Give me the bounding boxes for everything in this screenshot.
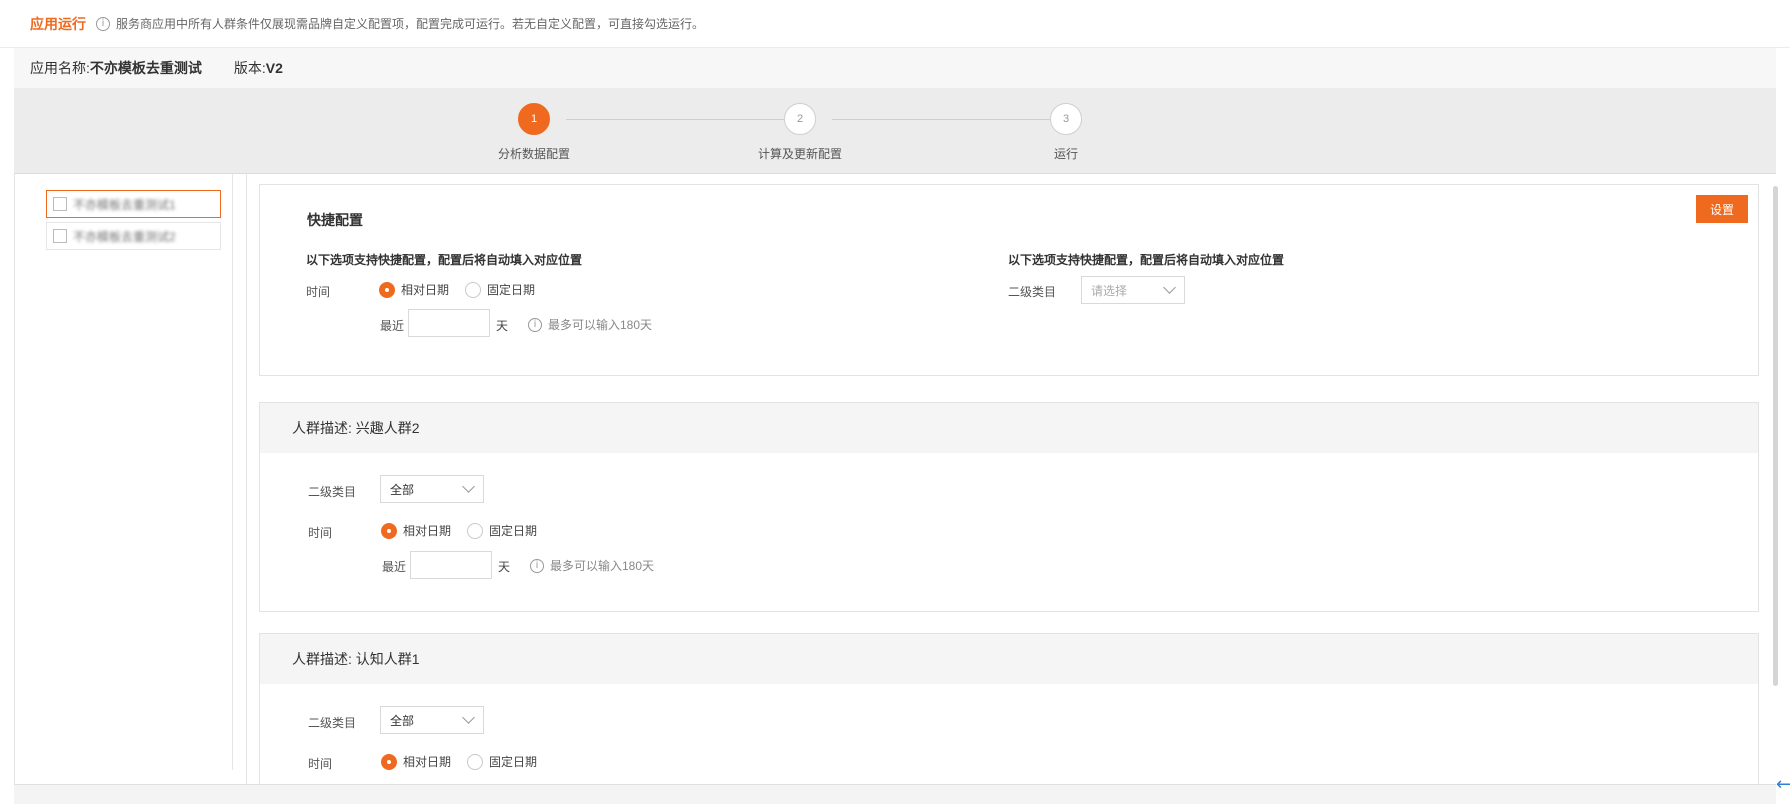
recent-label: 最近 [380,319,405,333]
checkbox[interactable] [53,197,67,211]
radio-relative-label: 相对日期 [401,283,450,297]
checkbox[interactable] [53,229,67,243]
quick-subtitle-right: 以下选项支持快捷配置，配置后将自动填入对应位置 [1008,253,1285,267]
crowd-sidebar: 不亦模板去重测试1 不亦模板去重测试2 [40,174,233,770]
sidebar-item-label: 不亦模板去重测试1 [73,197,176,212]
step-2-circle: 2 [784,103,816,135]
category-label: 二级类目 [308,716,357,730]
step-3-circle: 3 [1050,103,1082,135]
radio-fixed-label: 固定日期 [489,524,538,538]
page-title: 应用运行 [30,15,86,32]
step-3-label: 运行 [1053,147,1079,161]
days-input[interactable] [408,309,490,337]
scrollbar[interactable] [1773,186,1778,686]
back-arrow-icon[interactable]: ← [1776,776,1790,794]
category-label: 二级类目 [308,485,357,499]
radio-fixed-label: 固定日期 [487,283,536,297]
category-placeholder: 请选择 [1091,283,1128,298]
step-1-label: 分析数据配置 [497,147,571,161]
date-type-radio-group: 相对日期 固定日期 [379,281,551,298]
version-value: V2 [265,60,283,76]
info-icon: i [96,16,110,31]
sidebar-item-2[interactable]: 不亦模板去重测试2 [46,222,221,250]
set-button[interactable]: 设置 [1696,195,1748,223]
category-select[interactable]: 全部 [380,706,484,734]
step-connector [832,119,1050,120]
day-unit: 天 [496,319,509,333]
content-divider [246,174,247,784]
bottom-bar [14,784,1776,804]
step-1-circle: 1 [518,103,550,135]
radio-relative-date[interactable] [379,281,395,298]
chevron-down-icon [462,480,475,493]
category-value: 全部 [390,482,415,497]
days-input[interactable] [410,551,492,579]
radio-relative-label: 相对日期 [403,524,452,538]
hint: i 最多可以输入180天 [530,557,654,574]
radio-relative-date[interactable] [381,522,397,539]
hint-text: 最多可以输入180天 [548,318,653,332]
chevron-down-icon [462,711,475,724]
hint: i 最多可以输入180天 [528,316,652,333]
crowd-card-1: 人群描述: 兴趣人群2 二级类目 全部 时间 相对日期 固定日期 最近 天 i … [259,402,1759,612]
left-border [14,174,15,784]
step-connector [566,119,784,120]
step-2-label: 计算及更新配置 [757,147,843,161]
time-label: 时间 [308,757,333,771]
crowd-card-heading: 人群描述: 兴趣人群2 [260,403,1758,453]
quick-subtitle-left: 以下选项支持快捷配置，配置后将自动填入对应位置 [306,253,583,267]
app-name-label: 应用名称: [30,60,90,76]
version-label: 版本: [233,60,266,76]
time-label: 时间 [306,285,331,299]
quick-config-title: 快捷配置 [307,212,363,228]
notice-text: 服务商应用中所有人群条件仅展现需品牌自定义配置项，配置完成可运行。若无自定义配置… [116,17,705,31]
top-notice-bar: 应用运行 i 服务商应用中所有人群条件仅展现需品牌自定义配置项，配置完成可运行。… [0,0,1790,48]
chevron-down-icon [1163,281,1176,294]
hint-text: 最多可以输入180天 [550,559,655,573]
category-value: 全部 [390,713,415,728]
crowd-card-heading: 人群描述: 认知人群1 [260,634,1758,684]
sidebar-item-1[interactable]: 不亦模板去重测试1 [46,190,221,218]
category-select[interactable]: 全部 [380,475,484,503]
app-name-value: 不亦模板去重测试 [89,60,202,76]
date-type-radio-group: 相对日期 固定日期 [381,753,553,770]
radio-fixed-date[interactable] [467,753,484,770]
sidebar-item-label: 不亦模板去重测试2 [73,229,176,244]
radio-fixed-date[interactable] [465,281,482,298]
crowd-card-2: 人群描述: 认知人群1 二级类目 全部 时间 相对日期 固定日期 [259,633,1759,784]
category-select[interactable]: 请选择 [1081,276,1185,304]
day-unit: 天 [498,560,511,574]
date-type-radio-group: 相对日期 固定日期 [381,522,553,539]
radio-relative-date[interactable] [381,753,397,770]
app-info-bar: 应用名称: 不亦模板去重测试 版本: V2 [14,48,1776,88]
info-icon: i [528,317,542,332]
radio-fixed-label: 固定日期 [489,755,538,769]
step-progress: 1 2 3 分析数据配置 计算及更新配置 运行 [14,88,1776,174]
radio-fixed-date[interactable] [467,522,484,539]
time-label: 时间 [308,526,333,540]
radio-relative-label: 相对日期 [403,755,452,769]
recent-label: 最近 [382,560,407,574]
quick-config-card: 快捷配置 设置 以下选项支持快捷配置，配置后将自动填入对应位置 时间 相对日期 … [259,184,1759,376]
category-label: 二级类目 [1008,285,1057,299]
info-icon: i [530,558,544,573]
